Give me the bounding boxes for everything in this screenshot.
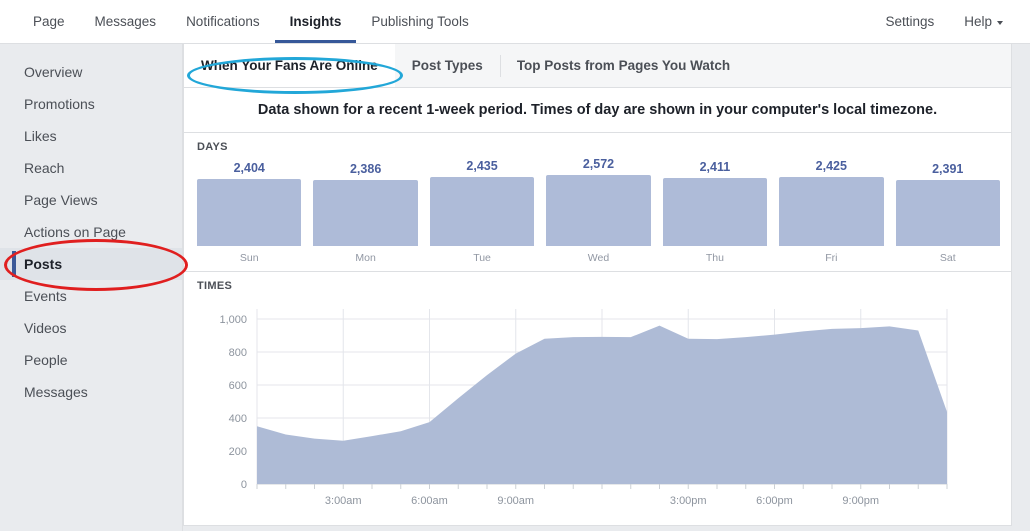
nav-item-messages-label: Messages	[94, 14, 157, 29]
sidebar-item-label: Likes	[24, 128, 57, 144]
sidebar-item-label: People	[24, 352, 68, 368]
times-y-tick-label: 400	[229, 413, 247, 425]
top-nav-left-group: Page Messages Notifications Insights Pub…	[18, 0, 484, 43]
days-bar-column[interactable]: 2,572 Wed	[546, 157, 651, 265]
nav-item-help[interactable]: Help	[949, 0, 1018, 43]
sidebar-item-actions-on-page[interactable]: Actions on Page	[0, 216, 182, 248]
times-chart-svg: 0 200 400 600 800 1,000 3:00am 6:00am 9:00am 3:00…	[219, 309, 948, 507]
tab-bar: When Your Fans Are Online Post Types Top…	[183, 44, 1012, 88]
sidebar-item-label: Page Views	[24, 192, 98, 208]
sidebar-item-promotions[interactable]: Promotions	[0, 88, 182, 120]
subtitle-bar: Data shown for a recent 1-week period. T…	[183, 88, 1012, 133]
times-y-tick-label: 200	[229, 446, 247, 458]
top-navigation-bar: Page Messages Notifications Insights Pub…	[0, 0, 1030, 44]
times-x-tick-label: 3:00pm	[670, 495, 707, 507]
times-x-tick-label: 6:00pm	[756, 495, 793, 507]
nav-item-notifications-label: Notifications	[186, 14, 260, 29]
days-bar-value-label: 2,411	[699, 160, 731, 175]
days-bar-chart: 2,404 Sun 2,386 Mon 2,435 Tue 2,572 Wed 2,411 Thu…	[197, 157, 1000, 265]
times-y-tick-label: 600	[229, 380, 247, 392]
days-bar-value-label: 2,572	[582, 157, 615, 171]
days-bar-category-label: Wed	[587, 252, 610, 264]
sidebar-item-videos[interactable]: Videos	[0, 312, 182, 344]
days-bar-column[interactable]: 2,404 Sun	[197, 157, 302, 265]
days-bar-value-label: 2,435	[466, 158, 498, 173]
sidebar-item-label: Reach	[24, 160, 65, 176]
days-bar-rect[interactable]	[546, 175, 651, 246]
days-bar-rect[interactable]	[429, 176, 535, 246]
days-bar-column[interactable]: 2,391 Sat	[895, 157, 1000, 265]
sidebar-item-page-views[interactable]: Page Views	[0, 184, 182, 216]
sidebar-item-events[interactable]: Events	[0, 280, 182, 312]
days-bar-value-label: 2,425	[815, 159, 847, 174]
days-bar-rect[interactable]	[779, 177, 884, 246]
sidebar-item-label: Actions on Page	[24, 224, 126, 240]
sidebar-item-label: Overview	[24, 64, 83, 80]
sidebar-item-label: Promotions	[24, 96, 95, 112]
chevron-down-icon	[997, 20, 1003, 25]
nav-item-page-label: Page	[33, 14, 65, 29]
days-bar-value-label: 2,391	[932, 161, 964, 176]
tab-label: Post Types	[411, 58, 483, 73]
top-nav-right-group: Settings Help	[870, 0, 1018, 43]
sidebar: Overview Promotions Likes Reach Page Vie…	[0, 44, 183, 531]
tab-when-your-fans-are-online[interactable]: When Your Fans Are Online	[184, 44, 395, 87]
days-bar-category-label: Tue	[473, 252, 491, 264]
days-bar-column[interactable]: 2,425 Fri	[779, 157, 884, 265]
times-y-tick-label: 0	[241, 479, 247, 491]
times-y-tick-label: 1,000	[219, 314, 247, 326]
times-x-tick-label: 9:00pm	[842, 495, 879, 507]
sidebar-item-people[interactable]: People	[0, 344, 182, 376]
times-y-tick-label: 800	[229, 347, 247, 359]
sidebar-item-label: Posts	[24, 256, 63, 272]
sidebar-item-label: Events	[24, 288, 67, 304]
sidebar-item-posts[interactable]: Posts	[0, 248, 182, 280]
days-section-label: DAYS	[197, 141, 228, 153]
sidebar-item-likes[interactable]: Likes	[0, 120, 182, 152]
nav-item-messages[interactable]: Messages	[80, 0, 172, 43]
nav-item-insights[interactable]: Insights	[274, 0, 357, 43]
days-bar-category-label: Fri	[825, 252, 838, 264]
sidebar-item-label: Messages	[24, 384, 88, 400]
times-area-chart: 0 200 400 600 800 1,000 3:00am 6:00am 9:00am 3:00…	[184, 294, 1011, 524]
days-bar-category-label: Mon	[355, 252, 376, 264]
subtitle-text: Data shown for a recent 1-week period. T…	[257, 102, 938, 118]
days-bar-value-label: 2,386	[349, 162, 382, 176]
nav-item-notifications[interactable]: Notifications	[171, 0, 275, 43]
times-area-path[interactable]	[257, 325, 947, 484]
tab-post-types[interactable]: Post Types	[395, 44, 500, 87]
tab-label: When Your Fans Are Online	[201, 58, 378, 73]
days-bar-column[interactable]: 2,411 Thu	[662, 157, 768, 265]
days-bar-category-label: Sat	[939, 252, 956, 264]
days-bar-column[interactable]: 2,386 Mon	[313, 157, 418, 265]
sidebar-item-overview[interactable]: Overview	[0, 56, 182, 88]
sidebar-item-label: Videos	[24, 320, 67, 336]
sidebar-item-reach[interactable]: Reach	[0, 152, 182, 184]
days-section: DAYS 2,404 Sun 2,386 Mon 2,435 Tue 2,572 Wed 2,4…	[183, 133, 1012, 272]
days-bar-rect[interactable]	[895, 179, 1000, 246]
nav-item-settings[interactable]: Settings	[870, 0, 949, 43]
times-x-tick-label: 3:00am	[325, 495, 362, 507]
sidebar-item-messages[interactable]: Messages	[0, 376, 182, 408]
days-bar-value-label: 2,404	[233, 160, 265, 175]
nav-item-publishing-tools-label: Publishing Tools	[371, 14, 469, 29]
days-bar-category-label: Sun	[239, 252, 259, 264]
nav-item-publishing-tools[interactable]: Publishing Tools	[356, 0, 483, 43]
times-x-tick-label: 6:00am	[411, 495, 448, 507]
tab-label: Top Posts from Pages You Watch	[516, 58, 731, 73]
days-bar-rect[interactable]	[662, 178, 768, 246]
times-section-label: TIMES	[197, 280, 233, 292]
nav-item-page[interactable]: Page	[18, 0, 80, 43]
days-bar-category-label: Thu	[705, 252, 724, 264]
nav-item-settings-label: Settings	[885, 14, 935, 29]
days-bar-column[interactable]: 2,435 Tue	[429, 157, 535, 265]
nav-item-insights-label: Insights	[289, 14, 342, 29]
times-x-tick-label: 9:00am	[497, 495, 534, 507]
tab-top-posts-from-pages-you-watch[interactable]: Top Posts from Pages You Watch	[499, 44, 747, 87]
main-content: When Your Fans Are Online Post Types Top…	[183, 44, 1012, 531]
days-bar-rect[interactable]	[313, 180, 418, 246]
nav-item-help-label: Help	[964, 14, 992, 29]
times-section: TIMES 0 200 400 600 800 1,000 3:00am 6:00am 9:00…	[183, 272, 1012, 526]
days-bar-rect[interactable]	[197, 178, 302, 246]
